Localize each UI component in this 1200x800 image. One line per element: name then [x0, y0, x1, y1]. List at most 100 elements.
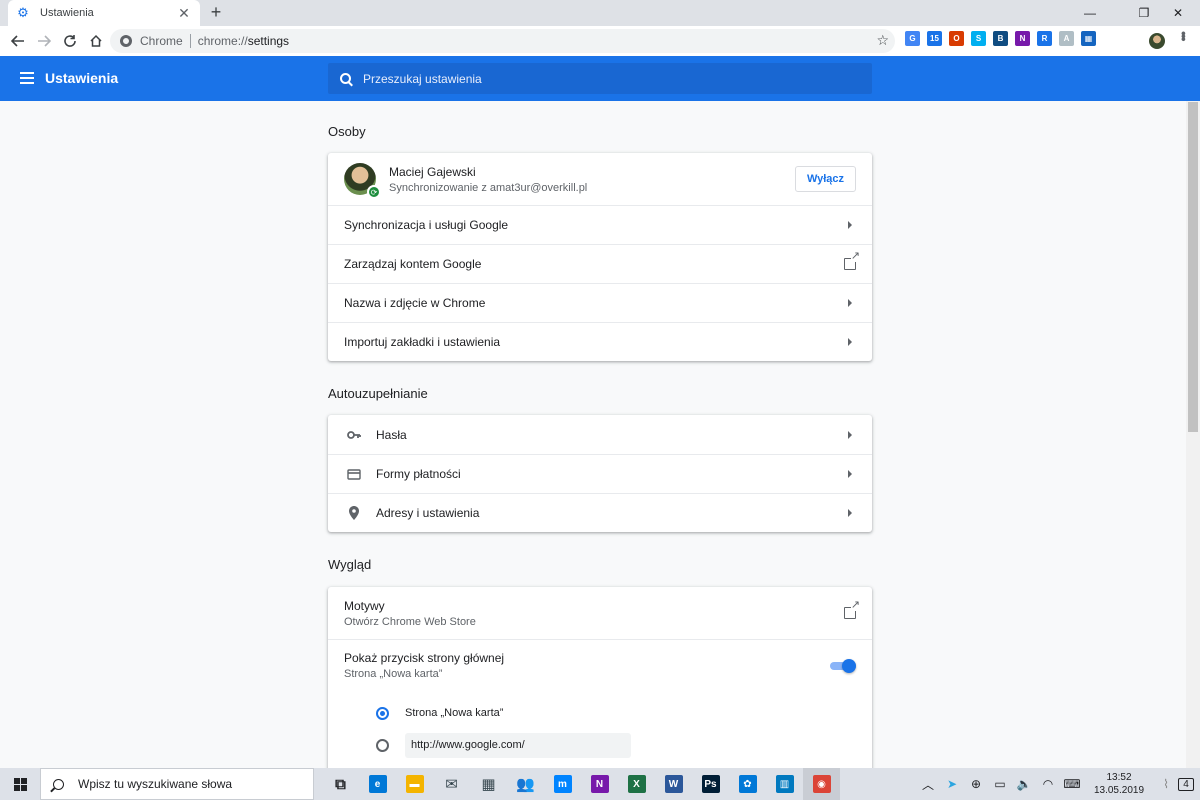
- google-translate-icon[interactable]: G: [905, 31, 920, 46]
- themes-row[interactable]: Motywy Otwórz Chrome Web Store: [328, 587, 872, 639]
- minimize-button[interactable]: —: [1068, 0, 1112, 26]
- trello-taskbar-button[interactable]: ▥: [766, 768, 803, 800]
- themes-sublabel: Otwórz Chrome Web Store: [344, 615, 476, 628]
- telegram-icon[interactable]: ➤: [940, 777, 964, 791]
- system-tray: ︿ ➤ ⊕ ▭ 🔈 ◠ ⌨ 13:52 13.05.2019 ⌇ 4: [916, 768, 1200, 800]
- network-globe-icon[interactable]: ⊕: [964, 777, 988, 791]
- passwords-row[interactable]: Hasła: [328, 415, 872, 454]
- manage-account-row[interactable]: Zarządzaj kontem Google: [328, 244, 872, 283]
- row-label: Formy płatności: [376, 467, 461, 481]
- taskbar-search-input[interactable]: [78, 777, 298, 791]
- shopping-bag-icon[interactable]: B: [993, 31, 1008, 46]
- themes-label: Motywy: [344, 598, 385, 613]
- edge-icon: e: [368, 775, 387, 793]
- name-picture-row[interactable]: Nazwa i zdjęcie w Chrome: [328, 283, 872, 322]
- credit-card-icon: [344, 468, 364, 480]
- taskbar-search[interactable]: [40, 768, 314, 800]
- onenote-app-taskbar-button[interactable]: N: [581, 768, 618, 800]
- search-icon: [53, 778, 64, 790]
- office-icon[interactable]: O: [949, 31, 964, 46]
- people-taskbar-button[interactable]: 👥: [507, 768, 544, 800]
- chrome-app-icon: ◉: [812, 775, 831, 793]
- scrollbar-thumb[interactable]: [1188, 102, 1198, 432]
- bookmark-star-icon[interactable]: ☆: [876, 32, 889, 49]
- start-button[interactable]: [0, 768, 40, 800]
- address-bar[interactable]: Chrome chrome://settings ☆: [110, 29, 895, 53]
- volume-icon[interactable]: 🔈: [1012, 777, 1036, 791]
- trello-icon: ▥: [775, 775, 794, 793]
- payment-methods-row[interactable]: Formy płatności: [328, 454, 872, 493]
- excel-app-icon: X: [627, 775, 646, 793]
- home-icon[interactable]: [85, 30, 107, 52]
- radio-custom-url-row[interactable]: [328, 729, 872, 761]
- mail-icon: ✉: [445, 776, 458, 793]
- profile-row: ⟳ Maciej Gajewski Synchronizowanie z ama…: [328, 153, 872, 205]
- notifications-icon[interactable]: 4: [1178, 777, 1194, 791]
- address-url: chrome://settings: [198, 34, 289, 48]
- photo-app-taskbar-button[interactable]: ✿: [729, 768, 766, 800]
- clock-time: 13:52: [1106, 772, 1132, 783]
- word-app-taskbar-button[interactable]: W: [655, 768, 692, 800]
- settings-search[interactable]: [328, 63, 872, 94]
- windows-logo-icon: [13, 777, 27, 791]
- clock[interactable]: 13:52 13.05.2019: [1084, 771, 1154, 797]
- radio-custom-url[interactable]: [376, 738, 389, 752]
- home-button-toggle[interactable]: [830, 658, 856, 673]
- show-desktop-icon[interactable]: ⌇: [1154, 777, 1178, 791]
- wifi-icon[interactable]: ◠: [1036, 777, 1060, 791]
- windows-taskbar: ⧉ e ▬ ✉ ▦ 👥 mNXW Ps ✿ ▥ ◉ ︿ ➤ ⊕ ▭ 🔈 ◠ ⌨ 13:52 13.0…: [0, 768, 1200, 800]
- calendar-taskbar-button[interactable]: ▦: [470, 768, 507, 800]
- tab-close-icon[interactable]: ✕: [176, 5, 192, 22]
- tab-title: Ustawienia: [40, 7, 94, 19]
- file-explorer-taskbar-button[interactable]: ▬: [396, 768, 433, 800]
- avatar: ⟳: [344, 163, 381, 199]
- gear-icon: ⚙: [17, 5, 29, 20]
- back-arrow-icon[interactable]: [7, 30, 29, 52]
- hamburger-menu-icon[interactable]: [20, 72, 34, 84]
- task-view-taskbar-button[interactable]: ⧉: [322, 768, 359, 800]
- window-resizer-icon[interactable]: R: [1037, 31, 1052, 46]
- custom-home-url-input[interactable]: [405, 732, 631, 758]
- address-origin: Chrome: [140, 34, 183, 48]
- battery-icon[interactable]: ▭: [988, 777, 1012, 791]
- forward-arrow-icon[interactable]: [33, 30, 55, 52]
- onenote-icon[interactable]: N: [1015, 31, 1030, 46]
- addresses-row[interactable]: Adresy i ustawienia: [328, 493, 872, 532]
- profile-name: Maciej Gajewski: [389, 164, 476, 179]
- photoshop-icon: Ps: [701, 775, 720, 793]
- chrome-app-taskbar-button[interactable]: ◉: [803, 768, 840, 800]
- address-separator: [189, 34, 191, 48]
- menu-dots-icon[interactable]: •••: [1176, 31, 1192, 40]
- radio-new-tab[interactable]: [376, 706, 389, 720]
- row-label: Importuj zakładki i ustawienia: [344, 335, 501, 349]
- calendar-icon: ▦: [481, 776, 496, 793]
- skype-icon[interactable]: S: [971, 31, 986, 46]
- settings-main: Osoby ⟳ Maciej Gajewski Synchronizowanie…: [328, 101, 872, 776]
- clock-date: 13.05.2019: [1093, 785, 1145, 796]
- tab-settings[interactable]: ⚙ Ustawienia ✕: [8, 0, 200, 26]
- key-icon: [344, 430, 364, 440]
- section-title-appearance: Wygląd: [328, 557, 372, 572]
- import-bookmarks-row[interactable]: Importuj zakładki i ustawienia: [328, 322, 872, 361]
- photoshop-taskbar-button[interactable]: Ps: [692, 768, 729, 800]
- edge-taskbar-button[interactable]: e: [359, 768, 396, 800]
- pdf-icon[interactable]: A: [1059, 31, 1074, 46]
- messenger-taskbar-button[interactable]: m: [544, 768, 581, 800]
- close-window-button[interactable]: ✕: [1156, 0, 1200, 26]
- excel-app-taskbar-button[interactable]: X: [618, 768, 655, 800]
- keyboard-icon[interactable]: ⌨: [1060, 777, 1084, 791]
- profile-avatar[interactable]: [1149, 33, 1165, 49]
- external-link-icon: [844, 251, 860, 270]
- radio-new-tab-row[interactable]: Strona „Nowa karta”: [328, 697, 872, 729]
- reload-icon[interactable]: [59, 30, 81, 52]
- page-scrollbar[interactable]: [1186, 101, 1200, 768]
- chevron-up-icon[interactable]: ︿: [916, 776, 940, 793]
- calendar-badge-icon[interactable]: 15: [927, 31, 942, 46]
- turn-off-sync-button[interactable]: Wyłącz: [795, 166, 856, 192]
- messenger-icon: m: [553, 775, 572, 793]
- mail-taskbar-button[interactable]: ✉: [433, 768, 470, 800]
- grid-icon[interactable]: ▦: [1081, 31, 1096, 46]
- new-tab-button[interactable]: +: [207, 3, 225, 21]
- search-input[interactable]: [363, 71, 843, 86]
- sync-services-row[interactable]: Synchronizacja i usługi Google: [328, 205, 872, 244]
